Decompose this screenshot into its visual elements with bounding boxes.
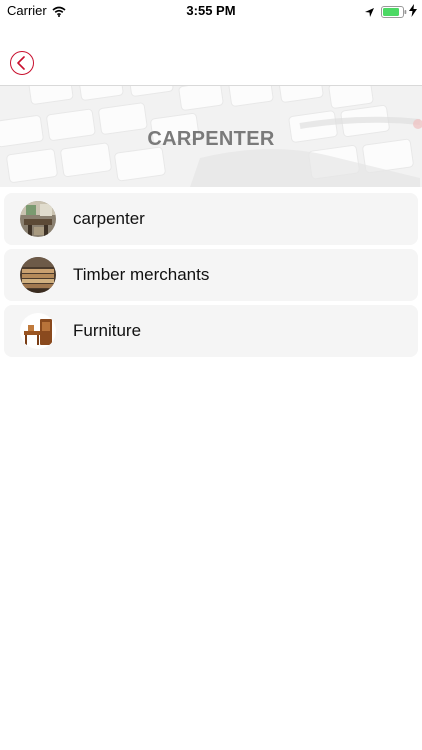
battery-icon [381, 5, 407, 23]
list-item-label: Furniture [73, 321, 142, 340]
chevron-left-icon [17, 56, 25, 70]
list-item-label: Timber merchants [73, 265, 210, 284]
list-item-timber-merchants[interactable]: Timber merchants [4, 249, 418, 301]
list-item-carpenter[interactable]: carpenter [4, 193, 418, 245]
status-time: 3:55 PM [186, 3, 236, 18]
category-list: carpenter Timber merchants Furniture [4, 193, 418, 361]
list-item-furniture[interactable]: Furniture [4, 305, 418, 357]
banner-title: CARPENTER [147, 128, 275, 150]
status-bar: Carrier 3:55 PM [0, 0, 422, 22]
location-arrow-icon [364, 5, 375, 23]
furniture-thumbnail [20, 313, 56, 349]
list-item-label: carpenter [73, 209, 145, 228]
back-button[interactable] [10, 51, 34, 75]
workshop-thumbnail [20, 201, 56, 237]
navigation-bar [0, 22, 422, 86]
category-banner: CARPENTER [0, 86, 422, 187]
timber-thumbnail [20, 257, 56, 293]
charging-bolt-icon [409, 4, 417, 22]
